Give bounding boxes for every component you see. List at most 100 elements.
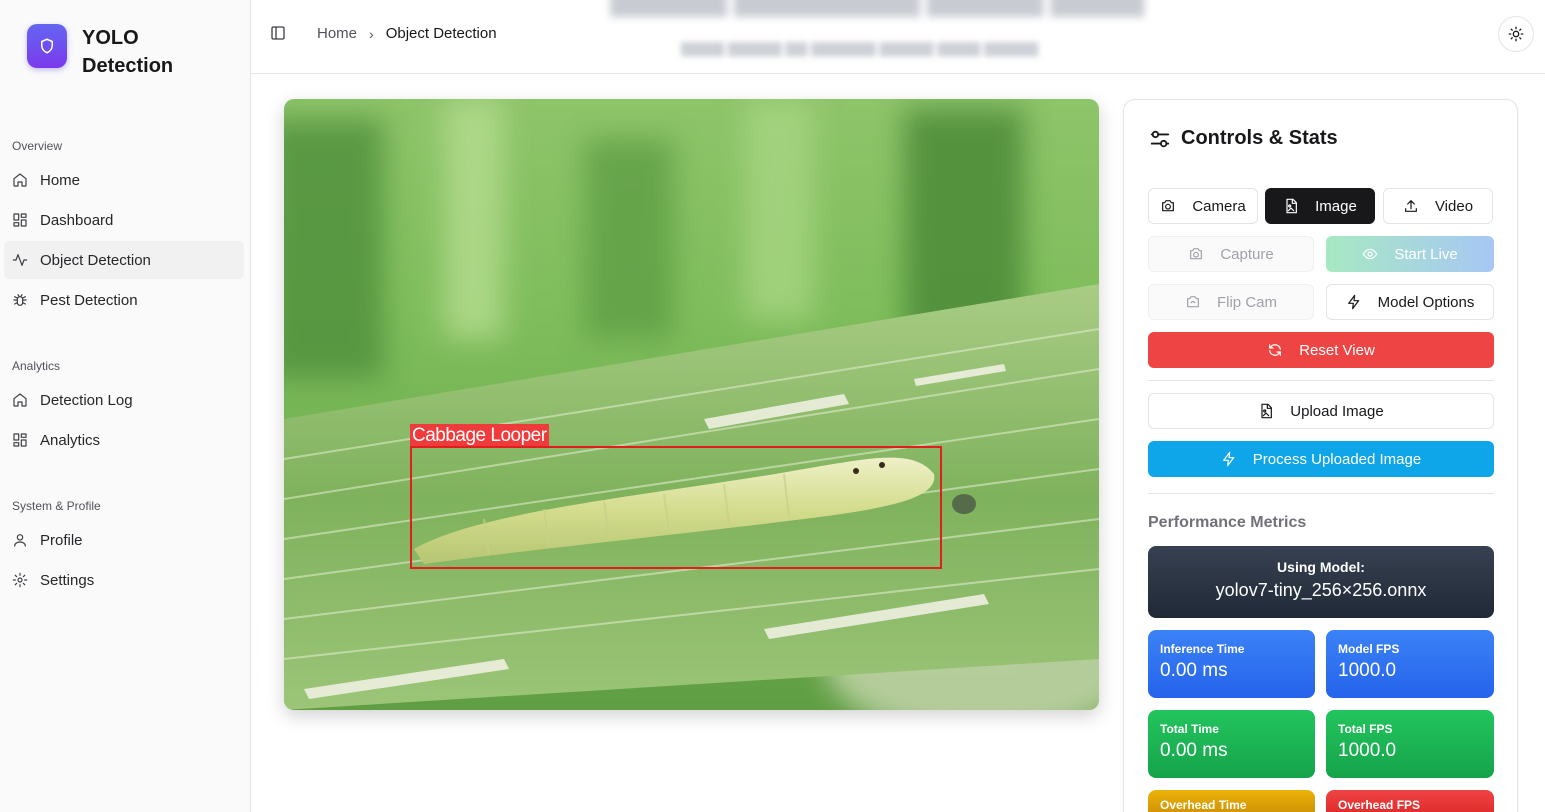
button-label: Capture [1220, 245, 1274, 263]
sidebar-item-detection-log[interactable]: Detection Log [4, 381, 244, 419]
metric-label: Overhead FPS [1338, 798, 1421, 812]
sidebar-item-label: Pest Detection [40, 291, 138, 309]
breadcrumb-separator: › [369, 25, 374, 42]
sidebar-item-label: Dashboard [40, 211, 114, 229]
divider [1148, 493, 1494, 494]
camera-icon [1190, 248, 1203, 260]
sidebar-item-label: Settings [40, 571, 95, 589]
sidebar-item-profile[interactable]: Profile [4, 521, 244, 559]
sidebar-toggle-button[interactable] [270, 25, 286, 41]
breadcrumb-home[interactable]: Home [317, 25, 357, 42]
panel-title-text: Controls & Stats [1181, 127, 1338, 149]
metric-label: Model FPS [1338, 642, 1400, 656]
metric-value: 0.00 ms [1160, 740, 1228, 761]
flip-cam-button[interactable]: Flip Cam [1148, 284, 1314, 320]
total-fps-card: Total FPS 1000.0 [1326, 710, 1494, 778]
model-label: Using Model: [1277, 559, 1365, 575]
upload-image-button[interactable]: Upload Image [1148, 393, 1494, 429]
home-icon [13, 173, 27, 187]
sidebar-item-home[interactable]: Home [4, 161, 244, 199]
sliders-icon [1150, 130, 1170, 147]
nav-section-overview: Overview [12, 139, 63, 153]
button-label: Reset View [1299, 341, 1375, 359]
zap-icon [1222, 451, 1235, 467]
sidebar-item-label: Detection Log [40, 391, 133, 409]
sidebar-item-object-detection[interactable]: Object Detection [4, 241, 244, 279]
metric-value: 0.00 ms [1160, 660, 1228, 681]
sidebar-item-settings[interactable]: Settings [4, 561, 244, 599]
sidebar-item-label: Analytics [40, 431, 101, 449]
zap-icon [1347, 294, 1359, 310]
top-header: ▇▇▇▇▇ ▇▇▇▇▇▇▇▇ ▇▇▇▇▇ ▇▇▇▇ ▇▇▇▇ ▇▇▇▇▇ ▇▇ … [251, 0, 1545, 74]
dashboard-icon [13, 433, 27, 447]
metric-label: Overhead Time [1160, 798, 1247, 812]
nav-section-analytics: Analytics [12, 359, 61, 373]
eye-icon [1363, 248, 1378, 260]
camera-icon [1162, 200, 1175, 212]
breadcrumb-current: Object Detection [385, 25, 497, 42]
metric-label: Inference Time [1160, 642, 1245, 656]
upload-icon [1405, 200, 1417, 212]
divider [1148, 380, 1494, 381]
camera-mode-button[interactable]: Camera [1148, 188, 1258, 224]
video-mode-button[interactable]: Video [1383, 188, 1493, 224]
user-icon [14, 534, 26, 547]
panel-left-icon [271, 26, 285, 40]
button-label: Start Live [1394, 245, 1458, 263]
activity-icon [12, 254, 28, 266]
switch-camera-icon [1187, 296, 1199, 308]
brand[interactable]: YOLO Detection [27, 24, 202, 80]
detection-canvas: Cabbage Looper [284, 99, 1099, 710]
blurred-background-title: ▇▇▇▇▇ ▇▇▇▇▇▇▇▇ ▇▇▇▇▇ ▇▇▇▇ [611, 0, 1144, 17]
button-label: Process Uploaded Image [1252, 450, 1422, 468]
sidebar-item-label: Object Detection [40, 251, 151, 269]
sidebar-item-dashboard[interactable]: Dashboard [4, 201, 244, 239]
button-label: Upload Image [1290, 402, 1384, 420]
controls-panel: Controls & Stats Camera Image Video Capt… [1123, 99, 1518, 812]
performance-metrics-title: Performance Metrics [1148, 514, 1307, 531]
file-image-icon [1261, 403, 1273, 419]
model-name: yolov7-tiny_256×256.onnx [1215, 580, 1427, 600]
sidebar-item-pest-detection[interactable]: Pest Detection [4, 281, 244, 319]
button-label: Model Options [1377, 293, 1475, 311]
inference-time-card: Inference Time 0.00 ms [1148, 630, 1315, 698]
button-label: Image [1315, 197, 1357, 215]
gear-icon [12, 572, 28, 588]
dashboard-icon [13, 213, 27, 227]
file-image-icon [1286, 198, 1298, 214]
sidebar: YOLO Detection Overview Home Dashboard O… [0, 0, 251, 812]
detection-label: Cabbage Looper [410, 424, 549, 447]
metric-label: Total FPS [1338, 722, 1393, 736]
sidebar-item-analytics[interactable]: Analytics [4, 421, 244, 459]
bug-icon [13, 294, 27, 306]
model-info-card: Using Model: yolov7-tiny_256×256.onnx [1148, 546, 1494, 618]
metric-label: Total Time [1160, 722, 1219, 736]
metric-value: 1000.0 [1338, 740, 1397, 761]
theme-toggle-button[interactable] [1498, 16, 1534, 52]
image-mode-button[interactable]: Image [1265, 188, 1375, 224]
start-live-button[interactable]: Start Live [1326, 236, 1494, 272]
home-icon [13, 393, 27, 407]
leaf-photo [284, 99, 1099, 710]
nav-section-system: System & Profile [12, 499, 101, 513]
breadcrumb: Home › Object Detection [317, 25, 497, 42]
reset-view-button[interactable]: Reset View [1148, 332, 1494, 368]
blurred-background-subtitle: ▇▇▇▇ ▇▇▇▇▇ ▇▇ ▇▇▇▇▇▇ ▇▇▇▇▇ ▇▇▇▇ ▇▇▇▇▇ [681, 40, 1039, 56]
shield-icon [27, 24, 67, 68]
button-label: Video [1434, 197, 1474, 215]
sidebar-item-label: Profile [40, 531, 83, 549]
model-fps-card: Model FPS 1000.0 [1326, 630, 1494, 698]
brand-title: YOLO Detection [82, 27, 174, 77]
metric-value: 1000.0 [1338, 660, 1397, 681]
process-uploaded-image-button[interactable]: Process Uploaded Image [1148, 441, 1494, 477]
capture-button[interactable]: Capture [1148, 236, 1314, 272]
button-label: Flip Cam [1216, 293, 1277, 311]
panel-title: Controls & Stats [1149, 127, 1338, 150]
model-options-button[interactable]: Model Options [1326, 284, 1494, 320]
detection-bounding-box [410, 446, 942, 569]
sun-icon [1508, 26, 1524, 42]
sidebar-item-label: Home [40, 171, 81, 189]
total-time-card: Total Time 0.00 ms [1148, 710, 1315, 778]
overhead-time-card: Overhead Time [1148, 790, 1315, 812]
overhead-fps-card: Overhead FPS [1326, 790, 1494, 812]
